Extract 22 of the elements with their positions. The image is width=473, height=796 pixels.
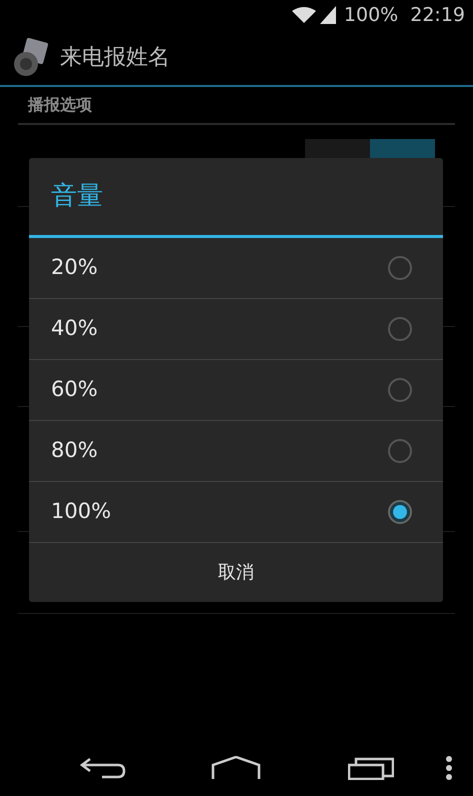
radio-option[interactable]: 80%: [29, 421, 443, 482]
radio-option[interactable]: 40%: [29, 299, 443, 360]
cancel-button[interactable]: 取消: [29, 543, 443, 602]
radio-option[interactable]: 60%: [29, 360, 443, 421]
radio-button[interactable]: [388, 256, 412, 280]
wifi-icon: [292, 7, 316, 23]
radio-button[interactable]: [388, 317, 412, 341]
signal-icon: [320, 6, 336, 24]
back-icon[interactable]: [80, 756, 126, 780]
clock-text: 22:19: [410, 2, 465, 28]
radio-button[interactable]: [388, 378, 412, 402]
recent-apps-icon[interactable]: [348, 756, 394, 780]
radio-option[interactable]: 100%: [29, 482, 443, 543]
radio-button[interactable]: [388, 439, 412, 463]
category-header: 播报选项: [18, 87, 455, 125]
radio-button[interactable]: [388, 500, 412, 524]
home-icon[interactable]: [211, 756, 261, 780]
app-title: 来电报姓名: [60, 44, 170, 72]
radio-option[interactable]: 20%: [29, 238, 443, 299]
battery-text: 100%: [344, 2, 398, 28]
dialog-title: 音量: [51, 180, 103, 213]
overflow-menu-icon[interactable]: [445, 756, 453, 780]
